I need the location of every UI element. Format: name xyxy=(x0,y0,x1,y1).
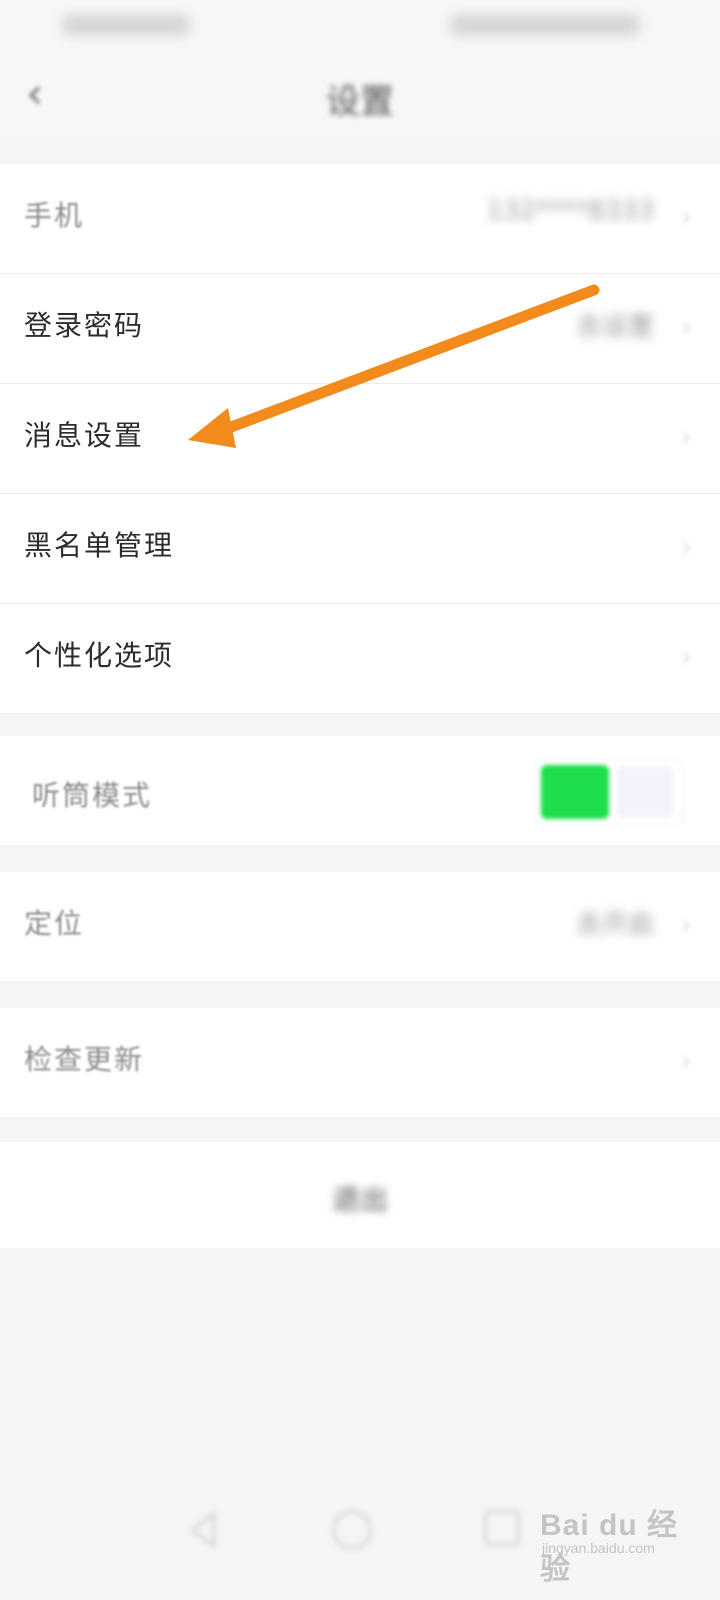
location-group: 定位 去开启 › xyxy=(0,872,720,981)
toggle-knob xyxy=(617,767,673,817)
nav-back-icon[interactable] xyxy=(184,1510,224,1550)
row-check-update[interactable]: 检查更新 › xyxy=(0,1008,720,1117)
row-message-settings[interactable]: 消息设置 › xyxy=(0,384,720,494)
chevron-right-icon: › xyxy=(680,200,692,233)
baidu-jingyan-watermark: Bai du 经验 jingyan.baidu.com xyxy=(540,1490,690,1586)
earpiece-group: 听筒模式 xyxy=(0,736,720,845)
account-settings-group: 手机 132****8333 › 登录密码 去设置 › 消息设置 › 黑名单管理… xyxy=(0,164,720,713)
top-bar: ‹ 设置 xyxy=(0,52,720,136)
row-blacklist[interactable]: 黑名单管理 › xyxy=(0,494,720,604)
row-location-label: 定位 xyxy=(24,907,85,940)
row-login-password[interactable]: 登录密码 去设置 › xyxy=(0,274,720,384)
row-personalization-label: 个性化选项 xyxy=(24,639,175,672)
row-login-password-value: 去设置 xyxy=(575,312,654,342)
chevron-right-icon: › xyxy=(680,530,692,563)
chevron-right-icon: › xyxy=(680,1044,692,1077)
update-group: 检查更新 › xyxy=(0,1008,720,1117)
row-phone-value: 132****8333 xyxy=(486,196,654,226)
earpiece-mode-toggle[interactable] xyxy=(534,758,684,826)
row-phone-label: 手机 xyxy=(24,199,85,232)
logout-label: 退出 xyxy=(331,1183,388,1216)
row-blacklist-label: 黑名单管理 xyxy=(24,529,175,562)
chevron-right-icon: › xyxy=(680,420,692,453)
logout-button[interactable]: 退出 xyxy=(0,1142,720,1248)
row-location-value: 去开启 xyxy=(575,910,654,940)
row-earpiece-mode-label: 听筒模式 xyxy=(32,779,153,812)
status-system-icons xyxy=(450,14,640,36)
chevron-right-icon: › xyxy=(680,908,692,941)
row-earpiece-mode: 听筒模式 xyxy=(0,736,720,845)
row-phone[interactable]: 手机 132****8333 › xyxy=(0,164,720,274)
chevron-right-icon: › xyxy=(680,310,692,343)
status-bar xyxy=(0,0,720,52)
row-location[interactable]: 定位 去开启 › xyxy=(0,872,720,981)
row-message-settings-label: 消息设置 xyxy=(24,419,145,452)
nav-recent-apps-icon[interactable] xyxy=(484,1510,520,1546)
row-check-update-label: 检查更新 xyxy=(24,1043,145,1076)
nav-home-icon[interactable] xyxy=(332,1510,372,1550)
status-carrier-icons xyxy=(62,14,190,36)
row-personalization[interactable]: 个性化选项 › xyxy=(0,604,720,713)
watermark-url: jingyan.baidu.com xyxy=(542,1540,655,1556)
row-login-password-label: 登录密码 xyxy=(24,309,145,342)
page-title: 设置 xyxy=(326,82,394,122)
toggle-on-track xyxy=(541,765,609,819)
chevron-right-icon: › xyxy=(680,640,692,673)
